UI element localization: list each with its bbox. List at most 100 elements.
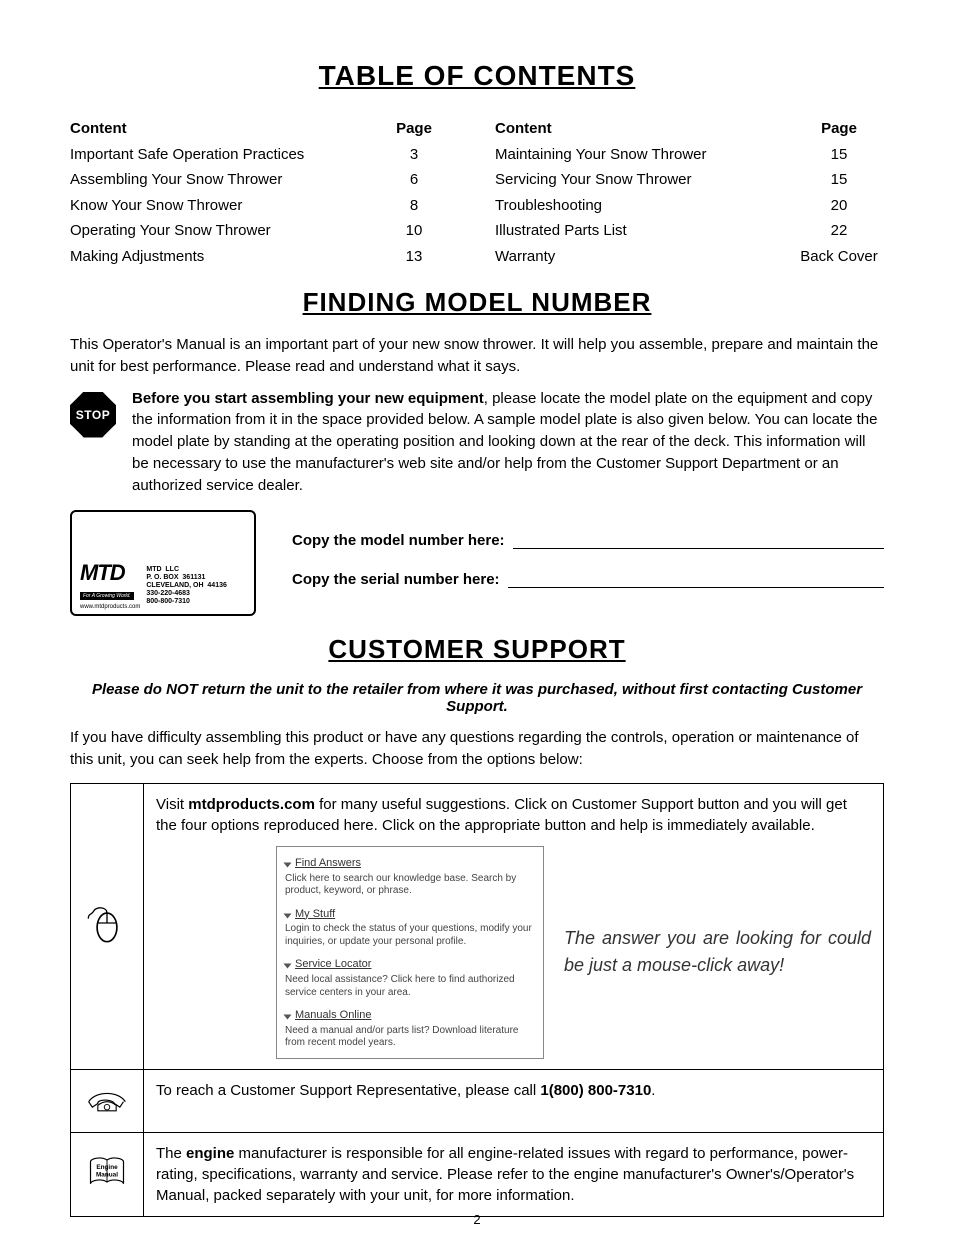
support-option-desc: Click here to search our knowledge base.…: [285, 873, 535, 898]
support-option: Find Answers Click here to search our kn…: [285, 857, 535, 898]
toc-header-page: Page: [369, 116, 459, 142]
support-phone-post: .: [651, 1082, 655, 1099]
toc-label: Warranty: [495, 244, 794, 270]
support-table: Visit mtdproducts.com for many useful su…: [70, 783, 884, 1217]
toc-header: Content Page: [70, 116, 459, 142]
toc-page: 8: [369, 193, 459, 219]
svg-text:Manual: Manual: [96, 1172, 118, 1179]
toc-page: 3: [369, 142, 459, 168]
engine-manual-icon: Engine Manual: [85, 1149, 129, 1193]
toc-row: WarrantyBack Cover: [495, 244, 884, 270]
toc-row: Servicing Your Snow Thrower15: [495, 167, 884, 193]
model-plate: MTD For A Growing World. www.mtdproducts…: [70, 510, 256, 616]
heading-model: FINDING MODEL NUMBER: [70, 287, 884, 318]
toc-row: Maintaining Your Snow Thrower15: [495, 142, 884, 168]
toc-page: 20: [794, 193, 884, 219]
support-phone-num: 1(800) 800-7310: [540, 1082, 651, 1099]
toc-row: Important Safe Operation Practices3: [70, 142, 459, 168]
support-option-title: Service Locator: [285, 958, 535, 972]
plate-address: MTD LLC P. O. BOX 361131 CLEVELAND, OH 4…: [146, 566, 227, 606]
toc-label: Making Adjustments: [70, 244, 369, 270]
mouse-icon-cell: [71, 783, 144, 1069]
support-phone-cell: To reach a Customer Support Representati…: [144, 1069, 884, 1132]
toc-row: Making Adjustments13: [70, 244, 459, 270]
support-option-desc: Need a manual and/or parts list? Downloa…: [285, 1025, 535, 1050]
copy-model-line: Copy the model number here:: [292, 532, 884, 549]
model-plate-row: MTD For A Growing World. www.mtdproducts…: [70, 510, 884, 616]
support-web-pre: Visit: [156, 796, 188, 813]
support-web-site: mtdproducts.com: [188, 796, 315, 813]
heading-support: CUSTOMER SUPPORT: [70, 634, 884, 665]
support-option: Service Locator Need local assistance? C…: [285, 958, 535, 999]
toc: Content Page Important Safe Operation Pr…: [70, 116, 884, 269]
toc-header: Content Page: [495, 116, 884, 142]
toc-header-content: Content: [70, 116, 369, 142]
support-option-desc: Need local assistance? Click here to fin…: [285, 974, 535, 999]
toc-row: Know Your Snow Thrower8: [70, 193, 459, 219]
plate-tagline: For A Growing World.: [80, 592, 134, 600]
model-intro: This Operator's Manual is an important p…: [70, 334, 884, 378]
toc-label: Illustrated Parts List: [495, 218, 794, 244]
support-engine-pre: The: [156, 1145, 186, 1162]
toc-row: Operating Your Snow Thrower10: [70, 218, 459, 244]
toc-page: 22: [794, 218, 884, 244]
support-option-desc: Login to check the status of your questi…: [285, 923, 535, 948]
support-warning: Please do NOT return the unit to the ret…: [70, 681, 884, 715]
toc-label: Troubleshooting: [495, 193, 794, 219]
support-row-engine: Engine Manual The engine manufacturer is…: [71, 1132, 884, 1216]
toc-row: Troubleshooting20: [495, 193, 884, 219]
toc-col-right: Content Page Maintaining Your Snow Throw…: [495, 116, 884, 269]
support-option: Manuals Online Need a manual and/or part…: [285, 1009, 535, 1050]
toc-label: Important Safe Operation Practices: [70, 142, 369, 168]
toc-label: Servicing Your Snow Thrower: [495, 167, 794, 193]
support-options-box: Find Answers Click here to search our kn…: [276, 846, 544, 1059]
support-option-title: Manuals Online: [285, 1009, 535, 1023]
toc-page: 15: [794, 167, 884, 193]
toc-label: Know Your Snow Thrower: [70, 193, 369, 219]
support-callout: The answer you are looking for could be …: [564, 925, 871, 979]
support-row-web: Visit mtdproducts.com for many useful su…: [71, 783, 884, 1069]
toc-page: Back Cover: [794, 244, 884, 270]
support-engine-bold: engine: [186, 1145, 234, 1162]
page-number: 2: [0, 1212, 954, 1227]
toc-row: Illustrated Parts List22: [495, 218, 884, 244]
stop-sign-icon: STOP: [70, 392, 116, 438]
support-option-title: My Stuff: [285, 908, 535, 922]
toc-header-page: Page: [794, 116, 884, 142]
support-option: My Stuff Login to check the status of yo…: [285, 908, 535, 949]
copy-serial-label: Copy the serial number here:: [292, 571, 500, 588]
plate-brand: MTD: [80, 562, 140, 584]
toc-page: 13: [369, 244, 459, 270]
plate-url: www.mtdproducts.com: [80, 604, 140, 610]
toc-row: Assembling Your Snow Thrower6: [70, 167, 459, 193]
support-phone-pre: To reach a Customer Support Representati…: [156, 1082, 540, 1099]
engine-icon-cell: Engine Manual: [71, 1132, 144, 1216]
stop-text: Before you start assembling your new equ…: [132, 388, 884, 497]
toc-page: 6: [369, 167, 459, 193]
heading-toc: TABLE OF CONTENTS: [70, 60, 884, 92]
phone-icon-cell: [71, 1069, 144, 1132]
stop-text-bold: Before you start assembling your new equ…: [132, 390, 484, 407]
toc-col-left: Content Page Important Safe Operation Pr…: [70, 116, 459, 269]
fill-rule: [513, 547, 884, 549]
support-row-phone: To reach a Customer Support Representati…: [71, 1069, 884, 1132]
fill-rule: [508, 586, 884, 588]
copy-model-label: Copy the model number here:: [292, 532, 505, 549]
support-web-cell: Visit mtdproducts.com for many useful su…: [144, 783, 884, 1069]
toc-page: 10: [369, 218, 459, 244]
stop-icon: STOP: [70, 392, 116, 438]
phone-icon: [85, 1076, 129, 1120]
svg-text:Engine: Engine: [96, 1164, 118, 1171]
toc-label: Maintaining Your Snow Thrower: [495, 142, 794, 168]
toc-label: Assembling Your Snow Thrower: [70, 167, 369, 193]
mouse-icon: [85, 901, 129, 945]
toc-label: Operating Your Snow Thrower: [70, 218, 369, 244]
support-engine-cell: The engine manufacturer is responsible f…: [144, 1132, 884, 1216]
support-web-panel: Find Answers Click here to search our kn…: [156, 846, 871, 1059]
support-engine-post: manufacturer is responsible for all engi…: [156, 1145, 854, 1204]
stop-callout: STOP Before you start assembling your ne…: [70, 388, 884, 497]
toc-header-content: Content: [495, 116, 794, 142]
toc-page: 15: [794, 142, 884, 168]
copy-serial-line: Copy the serial number here:: [292, 571, 884, 588]
support-intro: If you have difficulty assembling this p…: [70, 727, 884, 771]
